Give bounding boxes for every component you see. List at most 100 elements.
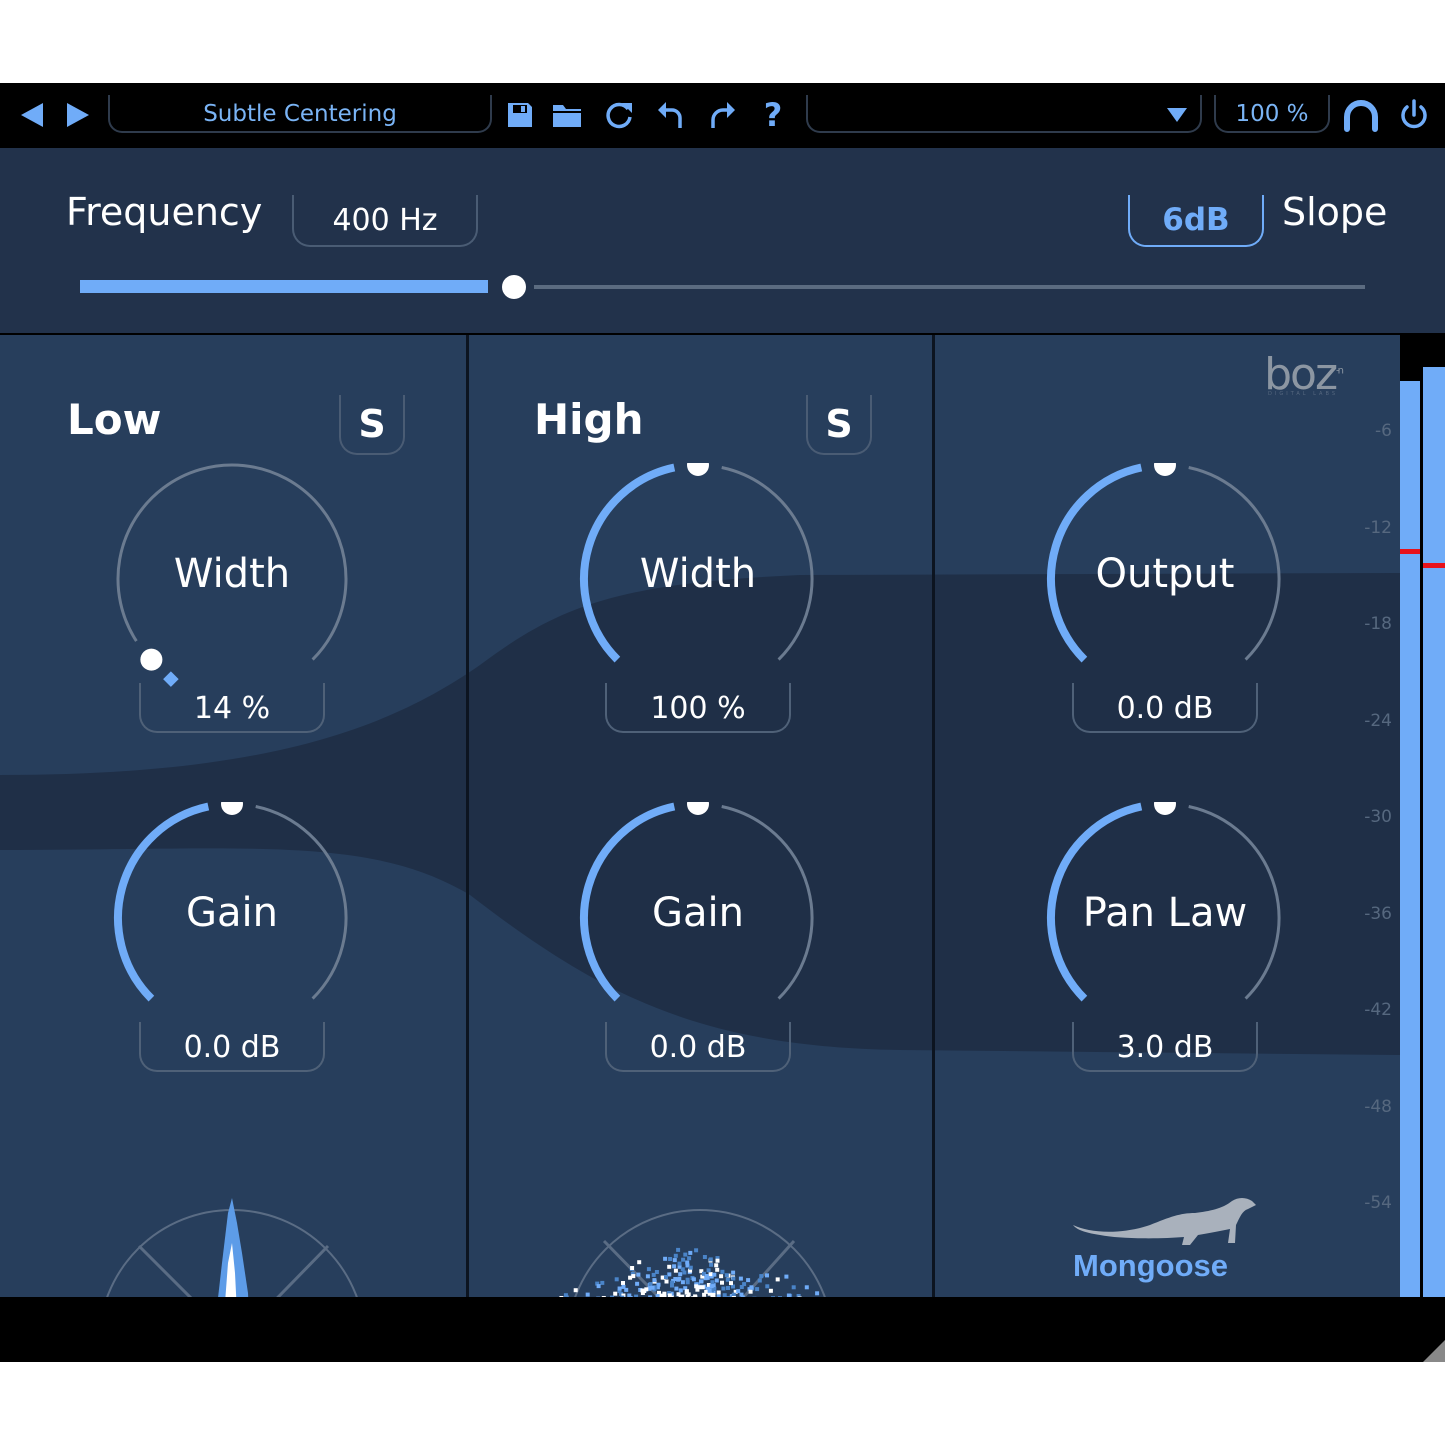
brand-logo-sup: -n <box>1336 365 1344 377</box>
zoom-level-field[interactable]: 100 % <box>1214 95 1330 133</box>
scope-dot <box>648 1282 653 1287</box>
knob-label: Gain <box>186 890 278 936</box>
scope-dot <box>804 1285 809 1290</box>
next-preset-button[interactable] <box>64 97 92 133</box>
meter-scale-label: -24 <box>1364 710 1392 731</box>
preset-dropdown[interactable] <box>806 95 1202 133</box>
headphones-button[interactable] <box>1340 97 1382 133</box>
scope-dot <box>724 1273 729 1278</box>
knob-thumb[interactable] <box>1154 802 1176 815</box>
knob-thumb[interactable] <box>140 648 163 671</box>
scope-dot <box>664 1275 668 1279</box>
knob-thumb[interactable] <box>687 802 709 815</box>
slope-button[interactable]: 6dB <box>1128 195 1264 247</box>
power-button[interactable] <box>1396 97 1432 133</box>
scope-dot <box>652 1278 657 1283</box>
plugin-window: Subtle Centering ? 100 % Frequency 400 H… <box>0 83 1445 1362</box>
scope-dot <box>630 1266 635 1270</box>
preset-name-field[interactable]: Subtle Centering <box>108 95 492 133</box>
output-knob[interactable]: Output 0.0 dB <box>1035 463 1295 763</box>
meter-left-bar <box>1400 381 1420 1297</box>
scope-dot <box>720 1269 725 1274</box>
scope-dot <box>672 1264 677 1269</box>
meter-scale-label: -30 <box>1364 807 1392 827</box>
scope-dot <box>755 1287 760 1292</box>
high-solo-button[interactable]: S <box>806 395 872 455</box>
scope-dot <box>765 1273 769 1278</box>
scope-dot <box>712 1272 717 1277</box>
scope-signal <box>559 1247 820 1297</box>
knob-value[interactable]: 100 % <box>605 683 791 733</box>
panel-divider <box>932 335 935 1297</box>
knob-thumb[interactable] <box>1154 463 1176 476</box>
scope-dot <box>694 1248 699 1253</box>
save-button[interactable] <box>504 97 536 133</box>
help-button[interactable]: ? <box>757 96 789 134</box>
scope-dot <box>621 1281 625 1285</box>
frequency-value-field[interactable]: 400 Hz <box>292 195 478 247</box>
low-gain-knob[interactable]: Gain 0.0 dB <box>102 802 362 1102</box>
meter-right-bar <box>1423 366 1445 1297</box>
pan-law-knob[interactable]: Pan Law 3.0 dB <box>1035 802 1295 1102</box>
frequency-slider[interactable] <box>80 272 1365 302</box>
knob-thumb[interactable] <box>687 463 709 476</box>
scope-dot <box>736 1289 741 1294</box>
high-band-title: High <box>534 395 644 444</box>
scope-dot <box>708 1272 713 1277</box>
knob-label: Pan Law <box>1082 890 1248 936</box>
knob-value[interactable]: 14 % <box>139 683 325 733</box>
scope-dot <box>688 1265 693 1270</box>
knob-value[interactable]: 0.0 dB <box>605 1022 791 1072</box>
prev-preset-button[interactable] <box>18 97 46 133</box>
scope-dot <box>720 1280 724 1285</box>
scope-dot <box>791 1285 796 1290</box>
bands-area: Low S Width 14 % Gain 0.0 dB High S Widt… <box>0 335 1400 1297</box>
open-button[interactable] <box>550 97 584 133</box>
meter-right-peak <box>1423 562 1445 568</box>
knob-value[interactable]: 3.0 dB <box>1072 1022 1258 1072</box>
toolbar: Subtle Centering ? 100 % <box>0 83 1445 148</box>
preset-name: Subtle Centering <box>203 101 397 127</box>
scope-dot <box>784 1274 789 1279</box>
knob-thumb[interactable] <box>221 802 243 815</box>
low-solo-button[interactable]: S <box>339 395 405 455</box>
product-name: Mongoose <box>1073 1248 1228 1283</box>
high-gain-knob[interactable]: Gain 0.0 dB <box>568 802 828 1102</box>
scope-dot <box>585 1292 590 1297</box>
resize-handle-icon[interactable] <box>1421 1338 1445 1362</box>
solo-label: S <box>358 402 386 446</box>
meter-scale-label: -54 <box>1364 1193 1392 1213</box>
panel-divider <box>466 335 469 1297</box>
scope-dot <box>673 1253 678 1258</box>
scope-dot <box>678 1288 683 1293</box>
scope-dot <box>731 1276 736 1281</box>
triangle-down-icon <box>1167 108 1187 122</box>
high-width-knob[interactable]: Width 100 % <box>568 463 828 763</box>
scope-dot <box>573 1288 578 1293</box>
undo-button[interactable] <box>655 97 687 133</box>
scope-dot <box>683 1252 688 1257</box>
scope-dot <box>714 1263 719 1268</box>
scope-dot <box>707 1288 712 1293</box>
reload-button[interactable] <box>603 97 635 133</box>
scope-dot <box>748 1289 753 1294</box>
scope-dot <box>709 1262 714 1267</box>
scope-dot <box>645 1274 650 1279</box>
scope-dot <box>757 1278 762 1283</box>
scope-dot <box>759 1274 764 1279</box>
knob-value[interactable]: 0.0 dB <box>1072 683 1258 733</box>
low-width-knob[interactable]: Width 14 % <box>102 463 362 763</box>
knob-value[interactable]: 0.0 dB <box>139 1022 325 1072</box>
reload-icon <box>606 102 632 129</box>
scope-dot <box>706 1268 711 1273</box>
scope-dot <box>709 1284 714 1289</box>
zoom-level: 100 % <box>1235 101 1309 127</box>
scope-dot <box>687 1256 692 1261</box>
knob-label: Width <box>639 551 757 597</box>
redo-button[interactable] <box>706 97 738 133</box>
scope-dot <box>708 1257 713 1262</box>
scope-dot <box>719 1274 724 1279</box>
frequency-label: Frequency <box>66 190 263 234</box>
frequency-slider-thumb[interactable] <box>502 275 527 299</box>
scope-dot <box>704 1274 709 1278</box>
